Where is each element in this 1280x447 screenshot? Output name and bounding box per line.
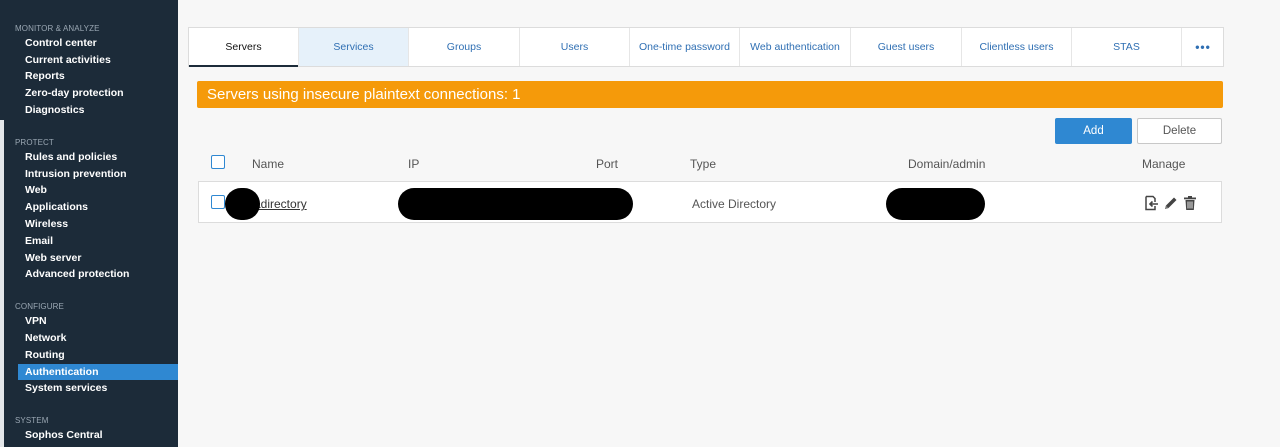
sidebar-item-web[interactable]: Web — [18, 182, 178, 198]
section-title-protect: PROTECT — [15, 138, 54, 147]
sidebar-item-advanced-protection[interactable]: Advanced protection — [18, 266, 178, 282]
sidebar-item-intrusion-prevention[interactable]: Intrusion prevention — [18, 166, 178, 182]
server-type-cell: Active Directory — [692, 197, 777, 211]
server-name-link[interactable]: adirectory — [254, 197, 307, 211]
add-button[interactable]: Add — [1055, 118, 1132, 144]
select-all-checkbox[interactable] — [211, 155, 225, 169]
sidebar-item-network[interactable]: Network — [18, 330, 178, 346]
sidebar-item-email[interactable]: Email — [18, 233, 178, 249]
section-title-monitor: MONITOR & ANALYZE — [15, 24, 100, 33]
sidebar-item-system-services[interactable]: System services — [18, 380, 178, 396]
section-title-system: SYSTEM — [15, 416, 49, 425]
tab-clientless-users[interactable]: Clientless users — [962, 28, 1072, 66]
column-header-name[interactable]: Name — [252, 157, 284, 171]
sidebar-item-sophos-central[interactable]: Sophos Central — [18, 427, 178, 443]
sidebar-edge — [0, 120, 4, 447]
tab-bar: Servers Services Groups Users One-time p… — [188, 27, 1224, 67]
column-header-ip[interactable]: IP — [408, 157, 419, 171]
sidebar-item-current-activities[interactable]: Current activities — [18, 52, 178, 68]
redaction-mark — [886, 188, 985, 220]
delete-trash-icon[interactable] — [1182, 195, 1198, 211]
sidebar-item-diagnostics[interactable]: Diagnostics — [18, 102, 178, 118]
edit-pencil-icon[interactable] — [1163, 195, 1179, 211]
sidebar-item-reports[interactable]: Reports — [18, 68, 178, 84]
tab-one-time-password[interactable]: One-time password — [630, 28, 740, 66]
sidebar: MONITOR & ANALYZE Control center Current… — [0, 0, 178, 447]
server-name-cell: adirectory — [254, 197, 307, 211]
column-header-manage: Manage — [1142, 157, 1186, 171]
row-checkbox[interactable] — [211, 195, 225, 209]
more-tabs-button[interactable]: ••• — [1183, 28, 1223, 66]
sidebar-item-routing[interactable]: Routing — [18, 347, 178, 363]
column-header-type[interactable]: Type — [690, 157, 716, 171]
tab-services[interactable]: Services — [299, 28, 409, 66]
section-title-configure: CONFIGURE — [15, 302, 64, 311]
tab-stas[interactable]: STAS — [1072, 28, 1182, 66]
sidebar-item-vpn[interactable]: VPN — [18, 313, 178, 329]
tab-guest-users[interactable]: Guest users — [851, 28, 962, 66]
sidebar-item-rules-and-policies[interactable]: Rules and policies — [18, 149, 178, 165]
sidebar-item-control-center[interactable]: Control center — [18, 35, 178, 51]
sidebar-item-applications[interactable]: Applications — [18, 199, 178, 215]
column-header-port[interactable]: Port — [596, 157, 618, 171]
sidebar-item-zero-day-protection[interactable]: Zero-day protection — [18, 85, 178, 101]
column-header-domain-admin[interactable]: Domain/admin — [908, 157, 985, 171]
tab-groups[interactable]: Groups — [409, 28, 520, 66]
redaction-mark — [225, 188, 260, 220]
test-connection-icon[interactable] — [1143, 195, 1159, 211]
more-dots-icon: ••• — [1195, 40, 1211, 54]
delete-button[interactable]: Delete — [1137, 118, 1222, 144]
sidebar-item-authentication[interactable]: Authentication — [18, 364, 178, 380]
tab-users[interactable]: Users — [520, 28, 630, 66]
sidebar-item-wireless[interactable]: Wireless — [18, 216, 178, 232]
redaction-mark — [398, 188, 633, 220]
tab-servers[interactable]: Servers — [189, 28, 299, 67]
tab-web-authentication[interactable]: Web authentication — [740, 28, 851, 66]
warning-banner: Servers using insecure plaintext connect… — [197, 81, 1223, 108]
sidebar-item-web-server[interactable]: Web server — [18, 250, 178, 266]
